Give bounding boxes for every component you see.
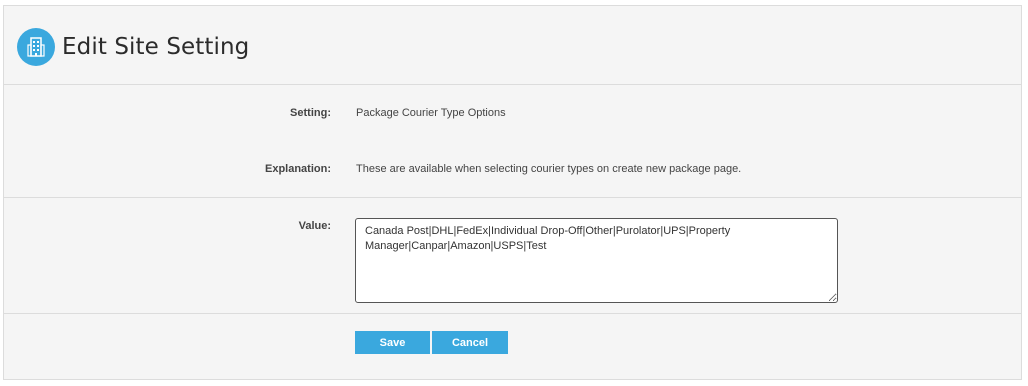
value-section: Value: Canada Post|DHL|FedEx|Individual … bbox=[4, 198, 1021, 314]
value-label: Value: bbox=[298, 220, 331, 232]
setting-value: Package Courier Type Options bbox=[356, 107, 506, 119]
edit-site-setting-panel: Edit Site Setting Setting: Package Couri… bbox=[3, 5, 1022, 380]
cancel-button[interactable]: Cancel bbox=[432, 331, 508, 354]
setting-info-section: Setting: Package Courier Type Options Ex… bbox=[4, 85, 1021, 198]
building-icon bbox=[17, 28, 55, 66]
save-button[interactable]: Save bbox=[355, 331, 430, 354]
explanation-value: These are available when selecting couri… bbox=[356, 163, 742, 175]
panel-header: Edit Site Setting bbox=[4, 6, 1021, 85]
value-textarea[interactable]: Canada Post|DHL|FedEx|Individual Drop-Of… bbox=[355, 218, 838, 303]
setting-label: Setting: bbox=[290, 107, 331, 119]
page-title: Edit Site Setting bbox=[62, 34, 250, 60]
explanation-label: Explanation: bbox=[264, 163, 331, 175]
